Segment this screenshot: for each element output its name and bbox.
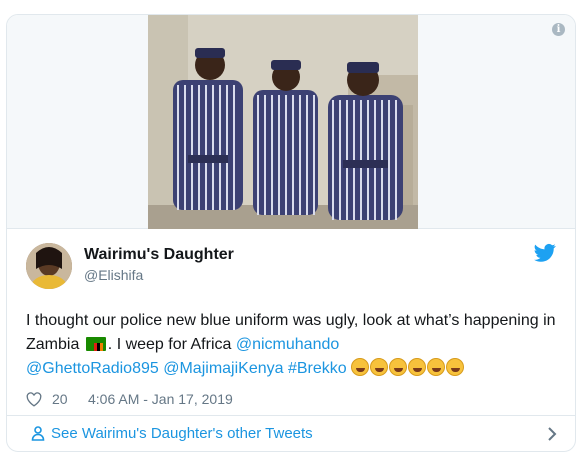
rolling-on-floor-laughing-emoji-icon <box>446 358 465 376</box>
like-count[interactable]: 20 <box>52 391 68 407</box>
heart-icon[interactable] <box>26 392 42 407</box>
chevron-right-icon[interactable] <box>547 427 557 441</box>
zambia-flag-icon <box>85 337 106 351</box>
mention-link[interactable]: @MajimajiKenya <box>163 360 283 377</box>
info-icon[interactable]: i <box>552 23 565 36</box>
mention-link[interactable]: @GhettoRadio895 <box>26 360 159 377</box>
other-tweets-footer[interactable]: See Wairimu's Daughter's other Tweets <box>7 415 575 451</box>
emoji-group <box>351 358 465 384</box>
author-block[interactable]: Wairimu's Daughter @Elishifa <box>26 243 566 289</box>
see-other-tweets-link[interactable]: See Wairimu's Daughter's other Tweets <box>51 425 313 442</box>
author-handle[interactable]: @Elishifa <box>84 267 143 283</box>
hashtag-link[interactable]: #Brekko <box>288 360 347 377</box>
rolling-on-floor-laughing-emoji-icon <box>427 358 446 376</box>
tweet-text-part2: . I weep for Africa <box>107 336 236 353</box>
person-icon <box>31 426 45 441</box>
tweet-card[interactable]: i Wairimu's Daughter @Elishifa I thought… <box>6 14 576 452</box>
mention-link[interactable]: @nicmuhando <box>236 336 339 353</box>
rolling-on-floor-laughing-emoji-icon <box>370 358 389 376</box>
tweet-timestamp[interactable]: 4:06 AM - Jan 17, 2019 <box>88 391 233 407</box>
tweet-photo[interactable] <box>148 15 418 229</box>
rolling-on-floor-laughing-emoji-icon <box>408 358 427 376</box>
twitter-bird-icon[interactable] <box>534 243 556 263</box>
media-area: i <box>7 15 575 229</box>
avatar[interactable] <box>26 243 72 289</box>
rolling-on-floor-laughing-emoji-icon <box>389 358 408 376</box>
author-display-name[interactable]: Wairimu's Daughter <box>84 246 234 264</box>
tweet-text: I thought our police new blue uniform wa… <box>26 309 566 384</box>
rolling-on-floor-laughing-emoji-icon <box>351 358 370 376</box>
